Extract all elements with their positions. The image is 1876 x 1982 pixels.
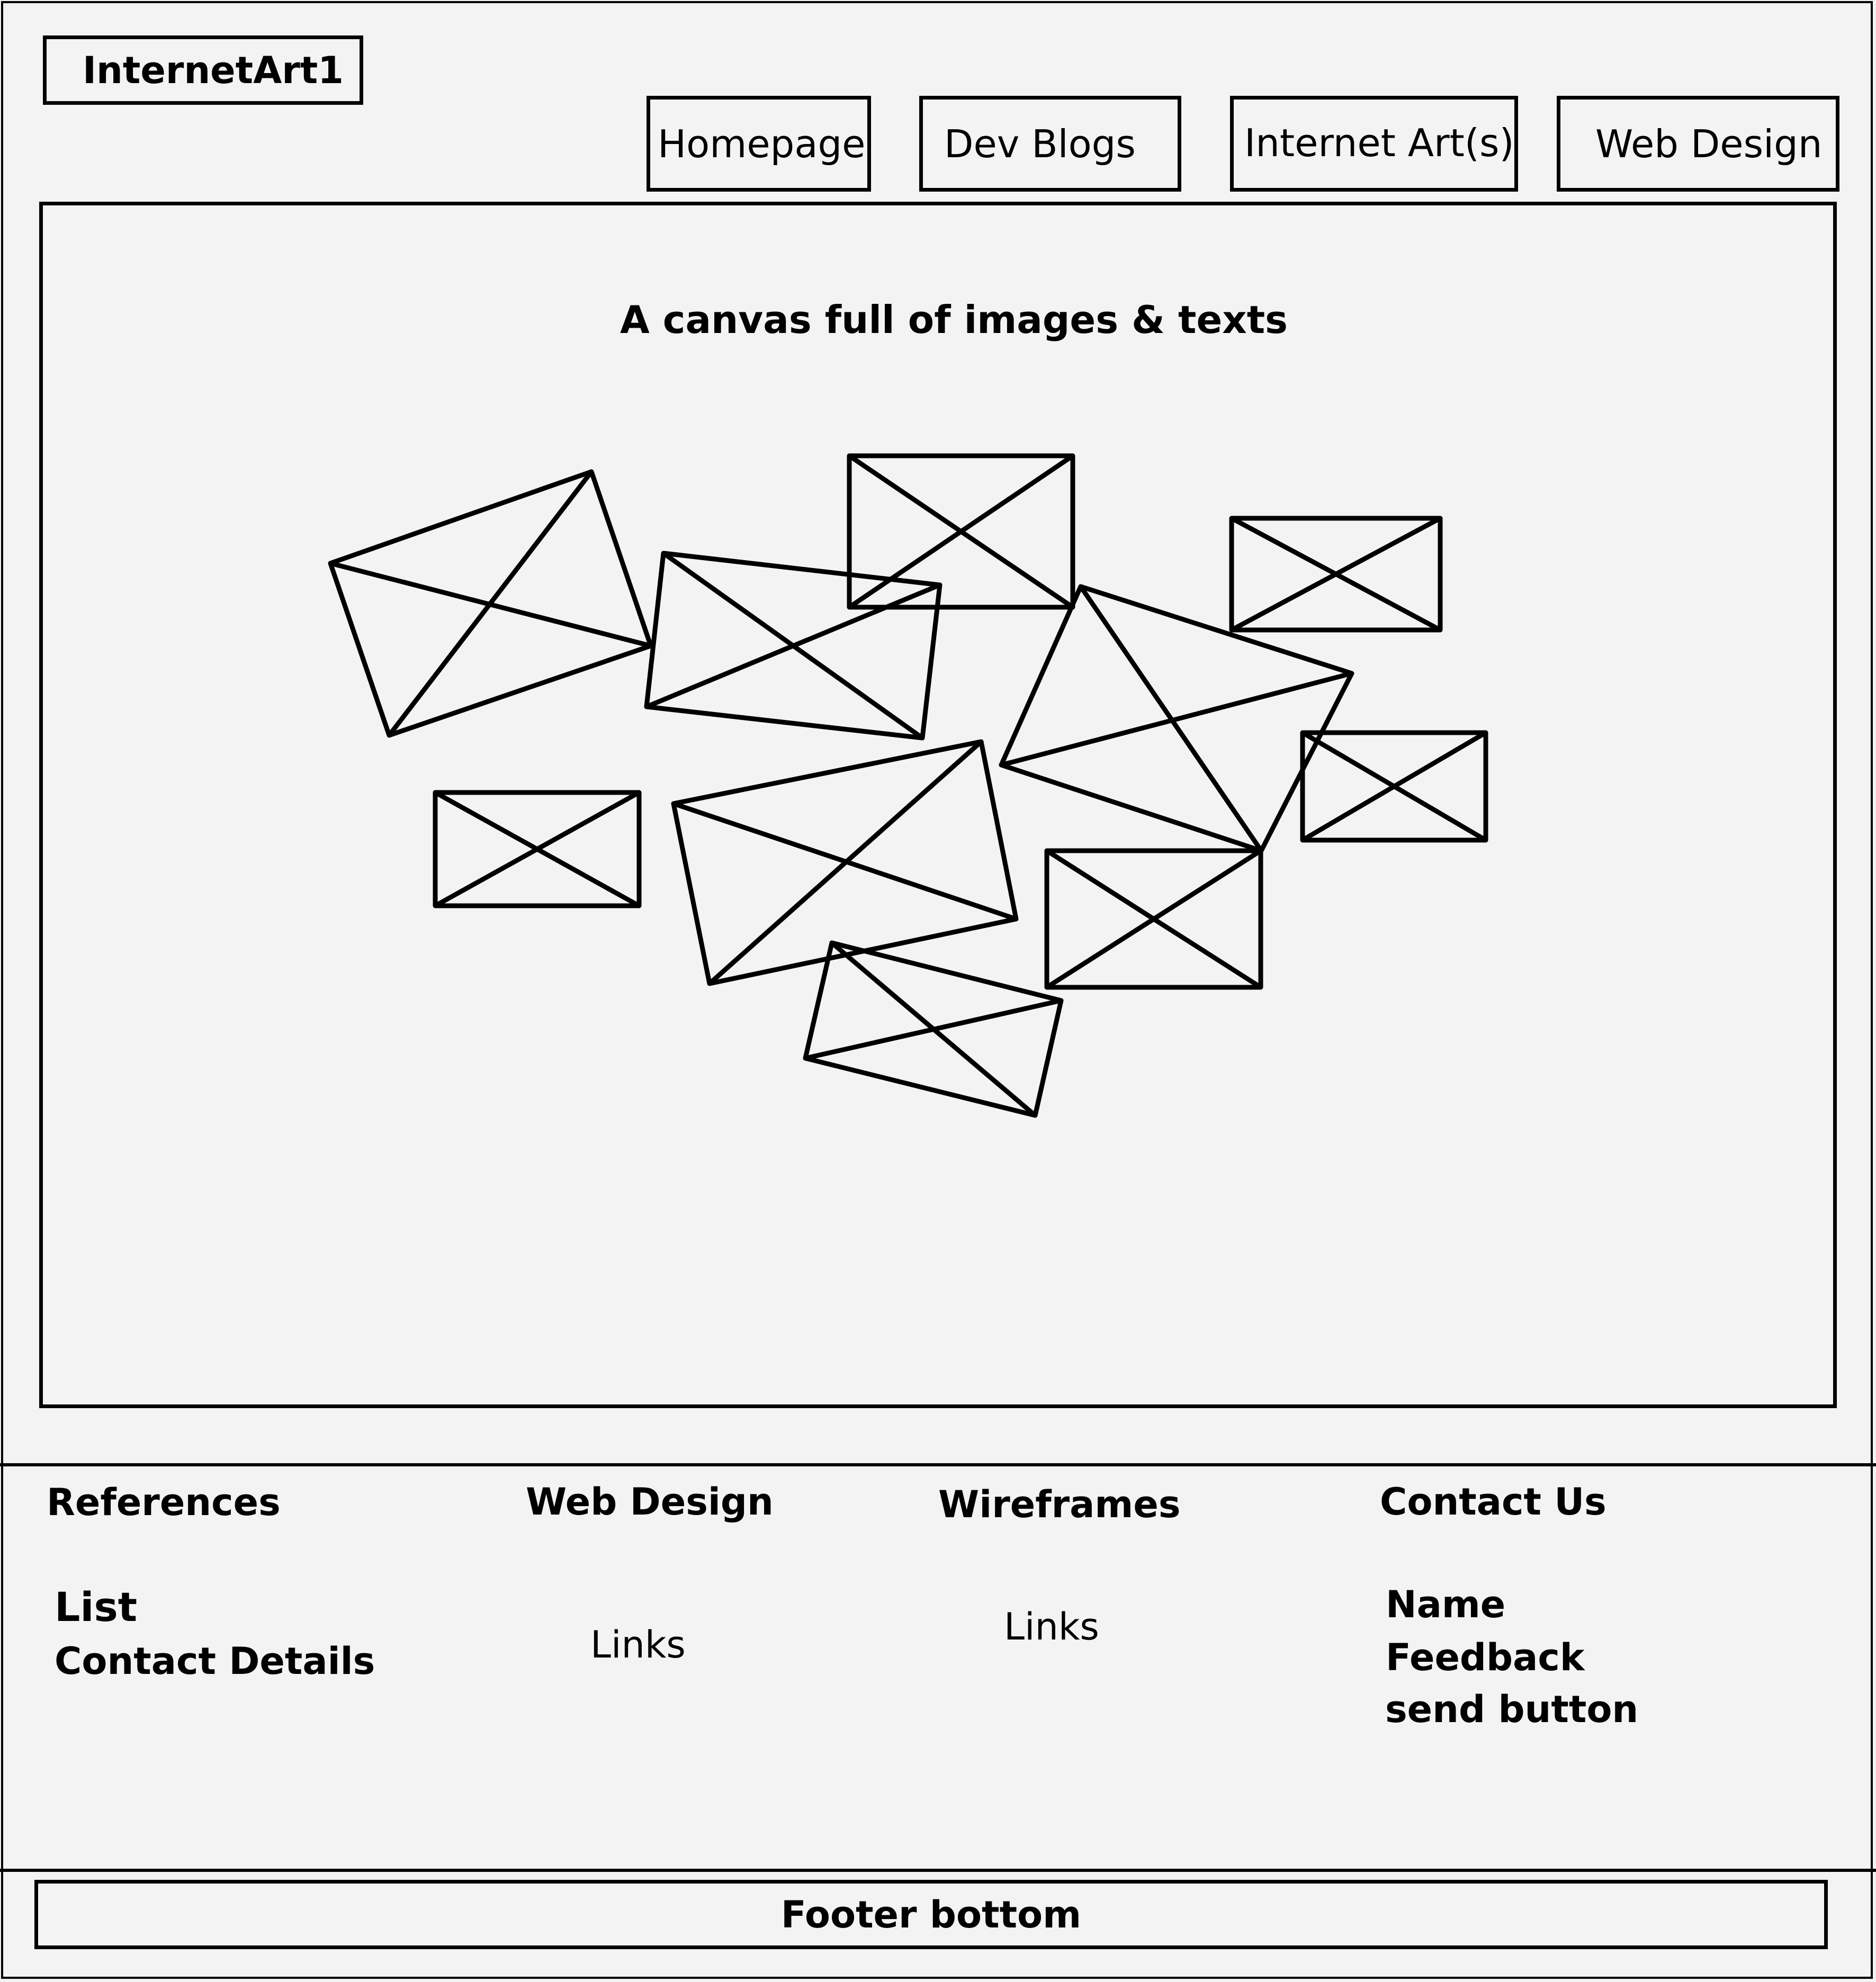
footer-bottom-divider bbox=[0, 1869, 1876, 1872]
image-placeholder bbox=[999, 584, 1354, 853]
footer-wireframes-heading: Wireframes bbox=[938, 1483, 1181, 1526]
footer-references-list[interactable]: List bbox=[55, 1583, 137, 1630]
footer-web-design-heading: Web Design bbox=[526, 1480, 774, 1524]
footer-contact-send-button[interactable]: send button bbox=[1385, 1688, 1638, 1731]
footer-references-contact-details[interactable]: Contact Details bbox=[55, 1639, 375, 1683]
image-placeholder bbox=[847, 453, 1075, 610]
footer-divider bbox=[0, 1463, 1876, 1466]
nav-dev-blogs[interactable]: Dev Blogs bbox=[919, 96, 1181, 192]
image-placeholder bbox=[433, 790, 642, 908]
nav-homepage[interactable]: Homepage bbox=[647, 96, 871, 192]
image-placeholder bbox=[328, 469, 653, 738]
image-placeholder bbox=[644, 551, 943, 741]
nav-web-design[interactable]: Web Design bbox=[1557, 96, 1839, 192]
footer-bottom: Footer bottom bbox=[34, 1880, 1828, 1949]
footer-contact-name[interactable]: Name bbox=[1386, 1583, 1505, 1626]
footer-contact-heading: Contact Us bbox=[1380, 1480, 1606, 1524]
footer-contact-feedback[interactable]: Feedback bbox=[1386, 1636, 1584, 1679]
site-logo[interactable]: InternetArt1 bbox=[43, 35, 363, 105]
image-placeholder bbox=[1300, 730, 1488, 843]
image-placeholders bbox=[328, 453, 1488, 1118]
image-canvas: A canvas full of images & texts bbox=[39, 202, 1837, 1408]
footer-wireframes-links[interactable]: Links bbox=[1004, 1605, 1099, 1648]
image-placeholder bbox=[1044, 848, 1263, 990]
image-placeholder bbox=[1229, 516, 1443, 633]
footer-references-heading: References bbox=[47, 1481, 281, 1524]
footer-web-design-links[interactable]: Links bbox=[590, 1623, 686, 1666]
image-placeholder bbox=[803, 940, 1064, 1118]
nav-internet-arts[interactable]: Internet Art(s) bbox=[1230, 96, 1518, 192]
